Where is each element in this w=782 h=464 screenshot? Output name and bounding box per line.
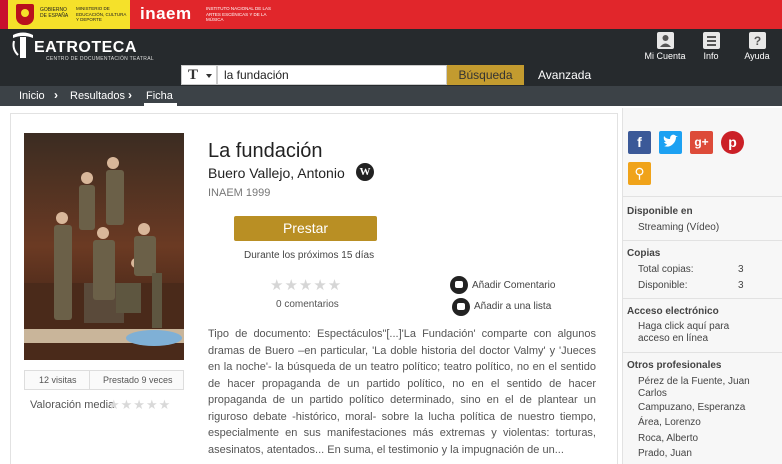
advanced-search-link[interactable]: Avanzada bbox=[538, 68, 591, 82]
record-stats: 12 visitas Prestado 9 veces bbox=[24, 370, 184, 390]
svg-text:?: ? bbox=[753, 34, 760, 48]
professional-link[interactable]: Campuzano, Esperanza bbox=[638, 402, 745, 414]
flag-strip bbox=[0, 0, 8, 29]
sidebar-divider bbox=[622, 240, 782, 241]
add-comment-link[interactable]: Añadir Comentario bbox=[472, 280, 555, 291]
chevron-right-icon: › bbox=[54, 88, 58, 102]
sidebar-divider bbox=[622, 196, 782, 197]
government-bar: Gobierno de España Ministerio de Educaci… bbox=[0, 0, 782, 29]
available-format: Streaming (Vídeo) bbox=[638, 222, 720, 233]
info-button[interactable]: Info bbox=[688, 32, 734, 61]
chevron-down-icon bbox=[206, 74, 212, 78]
ministerio-text: Ministerio de Educación, Cultura y Depor… bbox=[76, 6, 127, 22]
record-synopsis: Tipo de documento: Espectáculos"[...]'La… bbox=[208, 328, 596, 456]
professional-link[interactable]: Área, Lorenzo bbox=[638, 417, 701, 429]
professional-link[interactable]: Roca, Alberto bbox=[638, 433, 698, 445]
copies-heading: Copias bbox=[627, 248, 661, 259]
record-cover-image[interactable] bbox=[24, 133, 184, 360]
electronic-access-link[interactable]: Haga click aquí para acceso en línea bbox=[638, 321, 738, 345]
pinterest-icon[interactable]: p bbox=[721, 131, 744, 154]
help-icon: ? bbox=[748, 32, 766, 49]
facebook-icon[interactable]: f bbox=[628, 131, 651, 154]
text-type-icon: T bbox=[188, 67, 199, 83]
average-rating-stars: ★★★★★ bbox=[108, 397, 172, 412]
stats-divider bbox=[89, 371, 90, 389]
site-logo-subtitle: Centro de documentación teatral bbox=[46, 56, 154, 62]
spain-gov-logo: Gobierno de España Ministerio de Educaci… bbox=[0, 0, 130, 29]
account-icon bbox=[656, 32, 674, 49]
available-heading: Disponible en bbox=[627, 206, 693, 217]
search-type-select[interactable]: T bbox=[181, 65, 217, 85]
my-account-button[interactable]: Mi Cuenta bbox=[642, 32, 688, 61]
breadcrumb-record: Ficha bbox=[146, 90, 173, 102]
googleplus-icon[interactable]: g+ bbox=[690, 131, 713, 154]
professional-link[interactable]: Pérez de la Fuente, Juan Carlos bbox=[638, 376, 758, 400]
rating-stars[interactable]: ★★★★★ bbox=[270, 276, 342, 294]
help-button[interactable]: ? Ayuda bbox=[734, 32, 780, 61]
twitter-icon[interactable] bbox=[659, 131, 682, 154]
help-label: Ayuda bbox=[744, 51, 770, 61]
total-copies-label: Total copias: bbox=[638, 264, 694, 275]
other-professionals-heading: Otros profesionales bbox=[627, 360, 722, 371]
borrow-button[interactable]: Prestar bbox=[234, 216, 377, 241]
visits-count: 12 visitas bbox=[39, 375, 77, 385]
sidebar-divider bbox=[622, 352, 782, 353]
info-label: Info bbox=[703, 51, 719, 61]
teatroteca-logo-icon[interactable] bbox=[10, 31, 36, 60]
add-to-list-icon[interactable] bbox=[452, 298, 470, 316]
breadcrumb-active-indicator bbox=[144, 103, 177, 106]
link-icon[interactable]: ⚲ bbox=[628, 162, 651, 185]
record-edition: INAEM 1999 bbox=[208, 187, 271, 199]
coat-of-arms-icon bbox=[16, 4, 34, 25]
search-input[interactable] bbox=[217, 65, 447, 85]
info-icon bbox=[702, 32, 720, 49]
average-rating-label: Valoración media bbox=[30, 399, 115, 411]
search-button[interactable]: Búsqueda bbox=[447, 65, 524, 85]
breadcrumb-results[interactable]: Resultados bbox=[70, 90, 125, 102]
my-account-label: Mi Cuenta bbox=[644, 51, 686, 61]
breadcrumb-home[interactable]: Inicio bbox=[19, 90, 45, 102]
borrow-duration-note: Durante los próximos 15 días bbox=[244, 250, 375, 261]
gobierno-text: Gobierno de España bbox=[40, 7, 69, 19]
comment-count: 0 comentarios bbox=[276, 299, 339, 310]
inaem-logo[interactable]: inaem bbox=[140, 4, 192, 24]
instituto-text: Instituto Nacional de las Artes Escénica… bbox=[206, 6, 272, 22]
add-to-list-link[interactable]: Añadir a una lista bbox=[474, 301, 551, 312]
loan-count: Prestado 9 veces bbox=[103, 375, 173, 385]
wikipedia-icon[interactable]: W bbox=[356, 163, 374, 181]
sidebar-divider bbox=[622, 298, 782, 299]
electronic-access-heading: Acceso electrónico bbox=[627, 306, 719, 317]
site-logo-text[interactable]: EATROTECA bbox=[34, 39, 137, 57]
available-copies-label: Disponible: bbox=[638, 280, 688, 291]
record-author-link[interactable]: Buero Vallejo, Antonio bbox=[208, 165, 345, 181]
chevron-right-icon: › bbox=[128, 88, 132, 102]
record-title: La fundación bbox=[208, 140, 323, 162]
comment-icon[interactable] bbox=[450, 276, 468, 294]
available-copies-value: 3 bbox=[738, 280, 744, 291]
professional-link[interactable]: Prado, Juan bbox=[638, 448, 692, 460]
total-copies-value: 3 bbox=[738, 264, 744, 275]
